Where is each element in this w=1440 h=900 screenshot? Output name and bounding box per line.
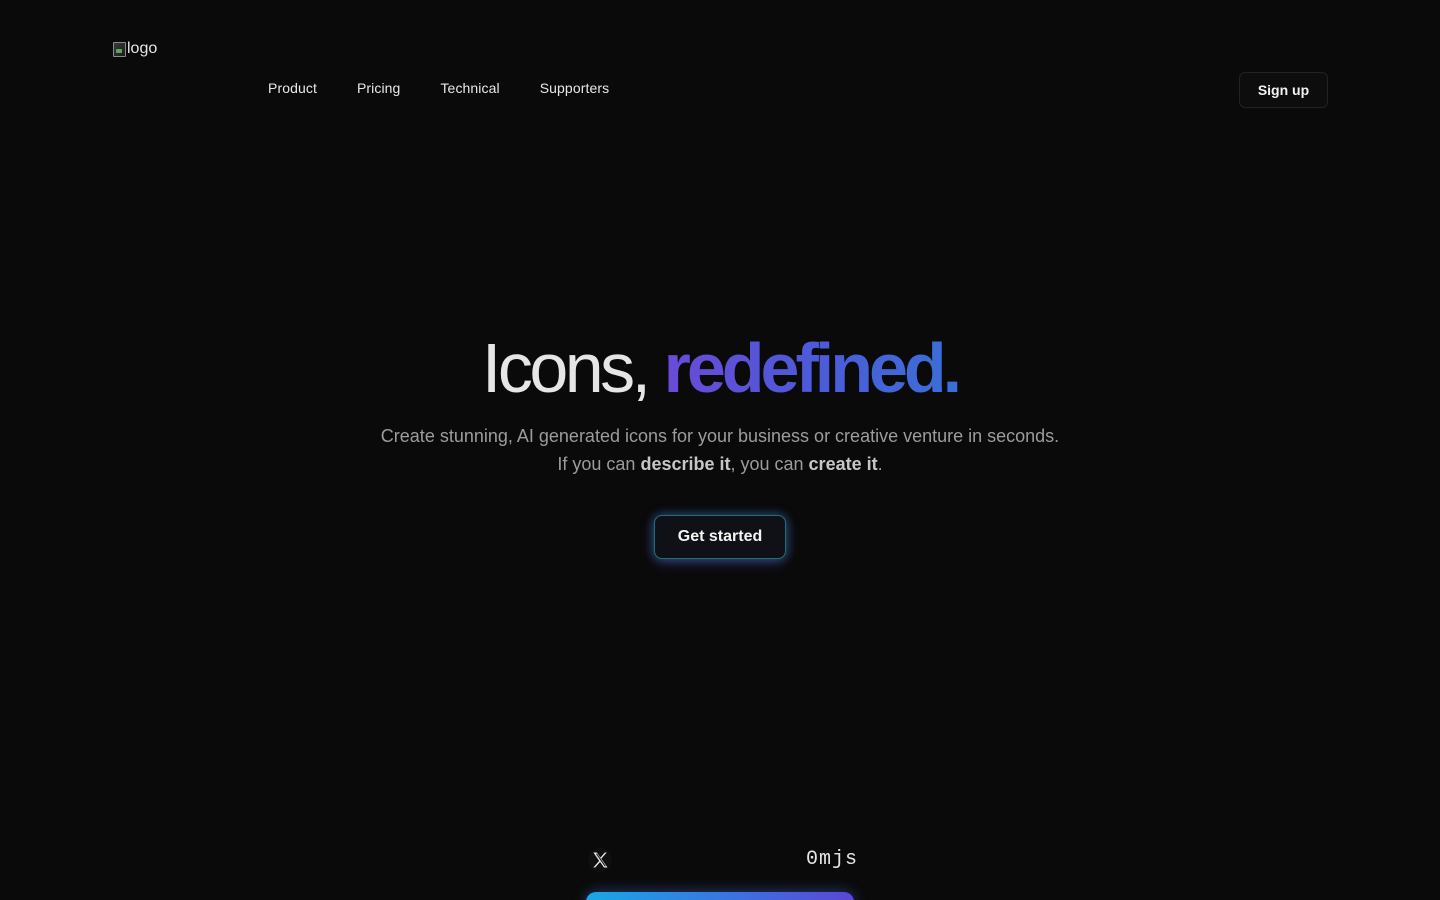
main-nav: Product Pricing Technical Supporters [268,80,609,96]
hero-subtitle-line2-a: If you can [557,454,641,474]
hero-section: Icons, redefined. Create stunning, AI ge… [0,328,1440,478]
hero-subtitle-describe: describe it [640,454,731,474]
hero-title: Icons, redefined. [0,328,1440,408]
hero-subtitle: Create stunning, AI generated icons for … [0,422,1440,478]
hero-title-plain: Icons, [481,329,664,407]
nav-product[interactable]: Product [268,80,317,96]
hero-subtitle-line2-c: , you can [730,454,809,474]
hero-subtitle-line2-e: . [877,454,883,474]
landing-page: logo Product Pricing Technical Supporter… [0,0,1440,900]
logo-alt-text: logo [127,40,158,57]
get-started-button[interactable]: Get started [654,515,786,559]
nav-supporters[interactable]: Supporters [540,80,609,96]
counter-text: 0mjs [806,848,859,871]
nav-pricing[interactable]: Pricing [357,80,401,96]
broken-image-icon [112,41,126,57]
hero-subtitle-create: create it [808,454,878,474]
hero-subtitle-line1: Create stunning, AI generated icons for … [380,426,1060,446]
logo[interactable]: logo [112,40,157,58]
nav-technical[interactable]: Technical [440,80,499,96]
hero-title-accent: redefined. [663,329,963,407]
gradient-bar [586,892,854,900]
sign-up-button[interactable]: Sign up [1239,72,1328,108]
x-icon[interactable] [588,848,612,872]
x-logo-glyph [593,852,608,868]
